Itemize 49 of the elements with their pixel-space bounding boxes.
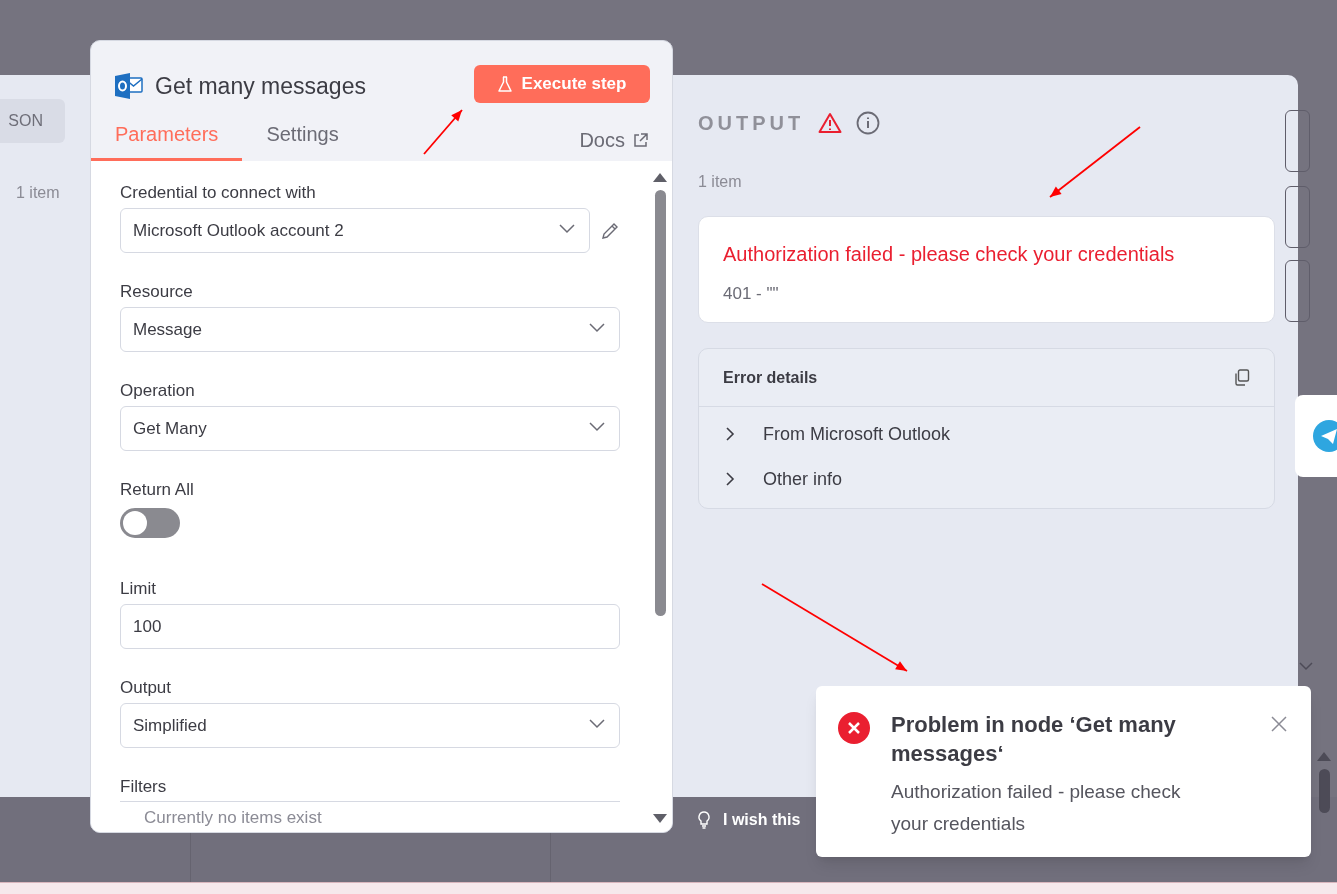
side-card bbox=[1285, 186, 1310, 248]
field-label: Return All bbox=[120, 479, 195, 499]
input-field[interactable]: 100 bbox=[120, 604, 620, 649]
error-icon bbox=[838, 712, 870, 744]
docs-link[interactable]: Docs bbox=[579, 125, 648, 155]
chevron-down-icon bbox=[559, 224, 575, 234]
output-title: OUTPUT bbox=[698, 111, 805, 136]
empty-state-text: Currently no items exist bbox=[143, 808, 323, 828]
chevron-down-icon bbox=[1299, 662, 1313, 671]
details-section[interactable]: From Microsoft Outlook bbox=[725, 423, 1274, 445]
credential-select[interactable]: Microsoft Outlook account 2 bbox=[120, 208, 590, 253]
copy-icon[interactable] bbox=[1234, 369, 1250, 386]
side-card bbox=[1285, 110, 1310, 172]
json-button[interactable]: SON bbox=[0, 99, 65, 143]
warning-icon bbox=[818, 112, 843, 134]
field-label: Limit bbox=[120, 578, 157, 598]
toast-message: Authorization failed - please check your credentials bbox=[891, 780, 1182, 836]
paper-plane-icon bbox=[1313, 420, 1337, 452]
field-label: Filters bbox=[120, 776, 168, 796]
select-field[interactable]: Message bbox=[120, 307, 620, 352]
chevron-down-icon bbox=[589, 422, 605, 432]
flask-icon bbox=[497, 75, 512, 93]
mail-app-icon bbox=[115, 73, 143, 100]
field-label: Output bbox=[120, 677, 173, 697]
chevron-down-icon bbox=[589, 719, 605, 729]
field-label: Resource bbox=[120, 281, 194, 301]
item-count: 1 item bbox=[16, 183, 60, 203]
select-field[interactable]: Simplified bbox=[120, 703, 620, 748]
error-details-title: Error details bbox=[723, 367, 818, 388]
feedback-text: I wish this bbox=[723, 810, 801, 830]
side-card bbox=[1285, 260, 1310, 322]
tab[interactable]: Settings bbox=[242, 119, 363, 161]
field-label: Operation bbox=[120, 380, 196, 400]
lightbulb-icon bbox=[697, 811, 711, 829]
select-field[interactable]: Get Many bbox=[120, 406, 620, 451]
chevron-down-icon bbox=[589, 323, 605, 333]
chat-button[interactable] bbox=[1295, 395, 1337, 477]
field-label: Credential to connect with bbox=[120, 182, 317, 202]
external-link-icon bbox=[633, 132, 648, 148]
close-icon[interactable] bbox=[1271, 716, 1287, 732]
node-title: Get many messages bbox=[155, 72, 366, 101]
item-count: 1 item bbox=[698, 172, 742, 192]
error-message: Authorization failed - please check your credentials bbox=[723, 242, 1176, 267]
annotation-arrow bbox=[423, 109, 463, 155]
error-code: 401 - "" bbox=[723, 283, 780, 305]
details-section[interactable]: Other info bbox=[725, 468, 1274, 490]
info-icon bbox=[856, 111, 881, 135]
toggle-switch[interactable] bbox=[120, 508, 180, 538]
toast-title: Problem in node ‘Get many messages‘ bbox=[891, 711, 1177, 768]
